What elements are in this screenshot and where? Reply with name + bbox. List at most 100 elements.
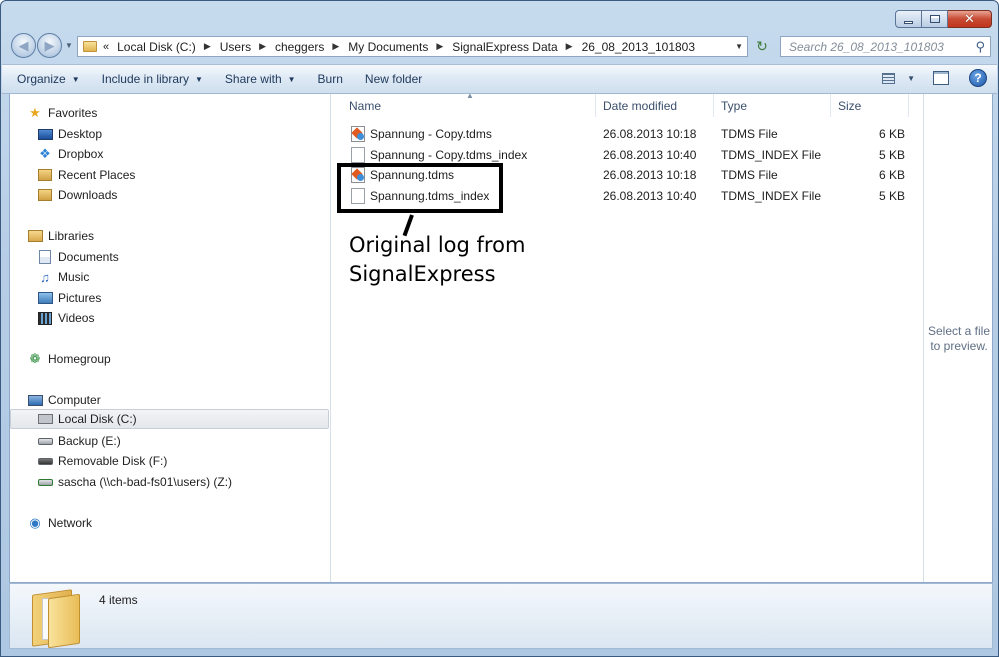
chevron-down-icon: ▼ <box>907 73 915 83</box>
nav-recent-places[interactable]: Recent Places <box>37 165 135 185</box>
breadcrumb-current-folder[interactable]: 26_08_2013_101803 <box>582 40 695 54</box>
nav-libraries[interactable]: Libraries <box>27 226 94 246</box>
recent-pages-dropdown[interactable]: ▼ <box>65 41 73 50</box>
annotation-text: Original log from SignalExpress <box>349 233 526 286</box>
homegroup-icon: ❁ <box>29 351 41 366</box>
column-header-type[interactable]: Type <box>714 94 831 117</box>
nav-network[interactable]: ◉ Network <box>27 513 92 533</box>
minimize-button[interactable] <box>895 10 922 28</box>
nav-dropbox[interactable]: ❖ Dropbox <box>37 144 103 164</box>
nav-pictures[interactable]: Pictures <box>37 288 101 308</box>
nav-label: Favorites <box>48 106 98 120</box>
nav-label: Removable Disk (F:) <box>58 454 168 468</box>
windows-drive-icon <box>37 414 53 424</box>
details-pane: 4 items <box>9 583 993 649</box>
command-bar-right: ▼ ? <box>882 69 987 87</box>
dropbox-icon: ❖ <box>39 146 51 161</box>
search-input[interactable]: Search 26_08_2013_101803 ⚲ <box>780 36 991 57</box>
back-button[interactable]: ◀ <box>11 33 36 58</box>
include-in-library-menu[interactable]: Include in library ▼ <box>95 72 210 86</box>
desktop-icon <box>37 128 53 140</box>
breadcrumb-signalexpress-data[interactable]: SignalExpress Data <box>452 40 557 54</box>
file-type: TDMS File <box>721 168 778 182</box>
back-arrow-icon: ◀ <box>18 37 29 53</box>
pictures-icon <box>37 292 53 304</box>
nav-label: Documents <box>58 250 119 264</box>
nav-removable-disk[interactable]: Removable Disk (F:) <box>37 451 167 471</box>
burn-button[interactable]: Burn <box>311 72 350 86</box>
folder-icon <box>30 588 80 649</box>
breadcrumb-cheggers[interactable]: cheggers <box>275 40 324 54</box>
nav-backup[interactable]: Backup (E:) <box>37 431 121 451</box>
forward-button[interactable]: ▶ <box>37 33 62 58</box>
downloads-icon <box>38 189 52 201</box>
file-size: 6 KB <box>879 127 906 141</box>
nav-label: Downloads <box>58 188 118 202</box>
libraries-icon <box>27 230 43 242</box>
breadcrumb-overflow[interactable]: « <box>103 41 109 53</box>
nav-label: Pictures <box>58 291 102 305</box>
file-type: TDMS_INDEX File <box>721 189 822 203</box>
help-button[interactable]: ? <box>969 69 987 87</box>
breadcrumb: Local Disk (C:) ▶ Users ▶ cheggers ▶ My Doc… <box>117 40 695 54</box>
address-bar[interactable]: « Local Disk (C:) ▶ Users ▶ cheggers ▶ My D… <box>77 36 748 57</box>
network-icon: ◉ <box>29 515 41 530</box>
breadcrumb-separator[interactable]: ▶ <box>259 41 266 52</box>
nav-label: Backup (E:) <box>58 434 121 448</box>
nav-label: Dropbox <box>58 147 104 161</box>
column-header-name[interactable]: Name ▲ <box>332 91 596 117</box>
change-view-button[interactable]: ▼ <box>882 72 915 84</box>
file-date: 26.08.2013 10:40 <box>603 148 697 162</box>
share-with-label: Share with <box>224 72 282 86</box>
breadcrumb-local-disk[interactable]: Local Disk (C:) <box>117 40 196 54</box>
forward-arrow-icon: ▶ <box>44 37 55 53</box>
maximize-button[interactable] <box>922 10 948 28</box>
column-header-size[interactable]: Size <box>831 94 909 117</box>
breadcrumb-separator[interactable]: ▶ <box>204 41 211 52</box>
include-in-library-label: Include in library <box>101 72 189 86</box>
nav-label: Videos <box>58 311 95 325</box>
breadcrumb-separator[interactable]: ▶ <box>332 41 339 52</box>
search-icon[interactable]: ⚲ <box>975 39 985 55</box>
nav-homegroup[interactable]: ❁ Homegroup <box>27 349 111 369</box>
refresh-button[interactable]: ↻ <box>751 36 773 57</box>
organize-menu[interactable]: Organize ▼ <box>10 72 87 86</box>
nav-music[interactable]: ♫ Music <box>37 267 89 287</box>
file-size: 5 KB <box>879 189 906 203</box>
sort-ascending-icon: ▲ <box>466 91 474 100</box>
network-drive-icon <box>37 478 53 486</box>
file-name: Spannung - Copy.tdms <box>370 127 492 141</box>
nav-label: Recent Places <box>58 168 136 182</box>
column-header-date[interactable]: Date modified <box>596 94 714 117</box>
nav-desktop[interactable]: Desktop <box>37 124 102 144</box>
close-button[interactable]: ✕ <box>948 10 992 28</box>
address-history-dropdown[interactable]: ▼ <box>735 42 743 51</box>
breadcrumb-separator[interactable]: ▶ <box>566 41 573 52</box>
breadcrumb-separator[interactable]: ▶ <box>436 41 443 52</box>
tdms-file-icon <box>351 126 365 142</box>
share-with-menu[interactable]: Share with ▼ <box>218 72 303 86</box>
nav-label: Computer <box>48 393 101 407</box>
nav-documents[interactable]: Documents <box>37 247 119 267</box>
preview-pane: Select a file to preview. <box>923 94 993 582</box>
command-bar: Organize ▼ Include in library ▼ Share with… <box>2 64 997 94</box>
nav-downloads[interactable]: Downloads <box>37 185 117 205</box>
new-folder-button[interactable]: New folder <box>358 72 429 86</box>
chevron-down-icon: ▼ <box>71 74 80 84</box>
breadcrumb-users[interactable]: Users <box>220 40 251 54</box>
nav-network-drive[interactable]: sascha (\\ch-bad-fs01\users) (Z:) <box>37 472 232 492</box>
star-icon: ★ <box>29 105 41 120</box>
breadcrumb-my-documents[interactable]: My Documents <box>348 40 428 54</box>
column-label: Date modified <box>603 98 678 113</box>
nav-computer[interactable]: Computer <box>27 390 101 410</box>
new-folder-label: New folder <box>364 72 423 86</box>
nav-videos[interactable]: Videos <box>37 308 94 328</box>
music-icon: ♫ <box>40 269 50 285</box>
nav-favorites[interactable]: ★ Favorites <box>27 103 97 123</box>
nav-label: Music <box>58 270 90 284</box>
file-row[interactable]: Spannung - Copy.tdms 26.08.2013 10:18 TD… <box>332 124 922 144</box>
nav-local-disk[interactable]: Local Disk (C:) <box>10 409 329 429</box>
file-row[interactable]: Spannung - Copy.tdms_index 26.08.2013 10… <box>332 145 922 165</box>
help-icon: ? <box>974 71 982 85</box>
preview-pane-button[interactable] <box>933 71 949 85</box>
